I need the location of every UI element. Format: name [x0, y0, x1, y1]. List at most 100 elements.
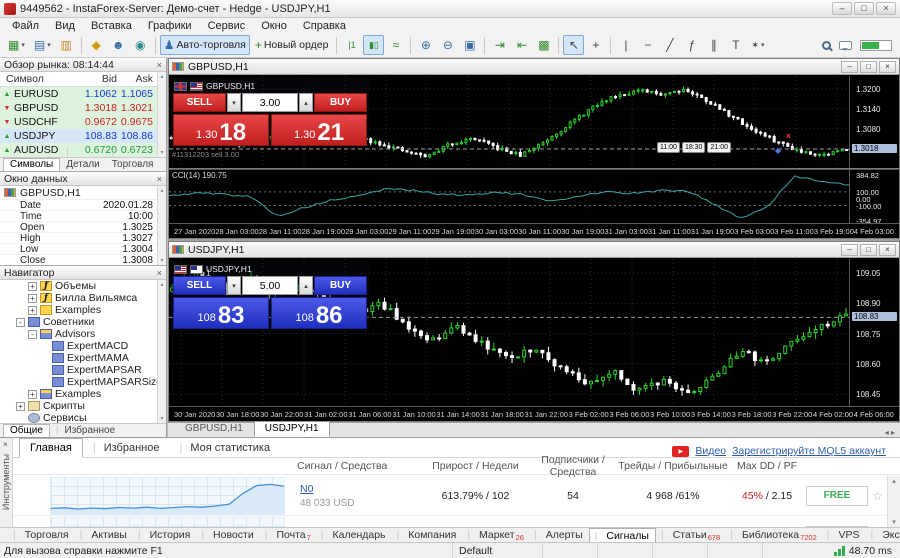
- tile-windows-button[interactable]: ▣: [459, 35, 480, 55]
- status-profile[interactable]: Default: [452, 543, 542, 558]
- sell-button[interactable]: SELL: [173, 93, 226, 112]
- close-icon[interactable]: ×: [157, 60, 162, 70]
- profiles-button[interactable]: ▤▾: [30, 35, 55, 55]
- toolbox-tab[interactable]: Сигналы: [589, 528, 656, 543]
- maximize-button[interactable]: □: [854, 2, 874, 15]
- toolbox-tab[interactable]: Календарь: [316, 528, 392, 543]
- cursor-button[interactable]: ↖: [563, 35, 584, 55]
- navigator-item[interactable]: ExpertMAMA: [0, 352, 157, 364]
- zoom-out-button[interactable]: ⊖: [437, 35, 458, 55]
- vertical-line-button[interactable]: |: [615, 35, 636, 55]
- toolbox-tab[interactable]: Активы: [75, 528, 133, 543]
- navigator-item[interactable]: - Advisors: [0, 328, 157, 340]
- toolbox-tab[interactable]: История: [133, 528, 196, 543]
- buy-button[interactable]: BUY: [314, 93, 367, 112]
- navigator-item[interactable]: ExpertMAPSARSizeOptim: [0, 376, 157, 388]
- menu-item[interactable]: Справка: [295, 20, 354, 32]
- register-mql5-link[interactable]: Зарегистрируйте MQL5 аккаунт: [732, 445, 886, 457]
- column-maxdd[interactable]: Max DD / PF: [728, 460, 806, 472]
- tree-expander-icon[interactable]: +: [16, 402, 25, 411]
- chart-tab[interactable]: USDJPY,H1: [254, 421, 330, 437]
- market-watch-row[interactable]: ▼ USDCHF 0.9672 0.9675: [0, 115, 157, 129]
- minimize-button[interactable]: –: [832, 2, 852, 15]
- new-order-button[interactable]: +Новый ордер: [251, 35, 333, 55]
- zoom-in-button[interactable]: ⊕: [415, 35, 436, 55]
- cci-scale[interactable]: 384.82100.000.00-100.00-354.97: [849, 170, 899, 226]
- text-label-button[interactable]: T: [725, 35, 746, 55]
- close-button[interactable]: ×: [879, 244, 896, 256]
- toolbox-tab[interactable]: Торговля: [8, 528, 75, 543]
- toolbox-tab[interactable]: Компания: [392, 528, 463, 543]
- chart-window-titlebar[interactable]: USDJPY,H1 – □ ×: [169, 242, 899, 258]
- chat-icon[interactable]: [839, 41, 852, 50]
- usdjpy-price-plot[interactable]: USDJPY,H1 SELL ▾ 5.00 ▴ BUY 10883: [169, 259, 849, 408]
- navigator-item[interactable]: ExpertMAPSAR: [0, 364, 157, 376]
- navigator-tab[interactable]: Общие: [3, 424, 50, 437]
- column-ask[interactable]: Ask: [117, 73, 157, 85]
- autotrade-button[interactable]: ♟Авто-торговля: [160, 35, 250, 55]
- navigator-item[interactable]: + Examples: [0, 388, 157, 400]
- tree-expander-icon[interactable]: -: [16, 318, 25, 327]
- column-symbol[interactable]: Символ: [0, 73, 72, 85]
- fibonacci-button[interactable]: ƒ: [681, 35, 702, 55]
- tree-expander-icon[interactable]: +: [28, 390, 37, 399]
- column-subscribers[interactable]: Подписчики / Средства: [528, 454, 618, 478]
- line-chart-button[interactable]: ≈: [385, 35, 406, 55]
- market-watch-tab[interactable]: Торговля: [106, 147, 160, 171]
- crosshair-button[interactable]: +: [585, 35, 606, 55]
- menu-item[interactable]: Вид: [47, 20, 83, 32]
- candlestick-chart-button[interactable]: ▮▯: [363, 35, 384, 55]
- toolbox-tab[interactable]: Статьи678: [656, 528, 725, 543]
- signals-tab[interactable]: Главная: [19, 438, 83, 458]
- volume-input[interactable]: 3.00: [242, 93, 298, 112]
- connection-status[interactable]: 48.70 ms: [834, 543, 900, 558]
- navigator-tab[interactable]: Избранное: [50, 425, 121, 437]
- volume-input[interactable]: 5.00: [242, 276, 298, 295]
- market-watch-tab[interactable]: Символы: [3, 158, 60, 171]
- close-icon[interactable]: ×: [157, 268, 162, 278]
- new-chart-button[interactable]: ▦▾: [4, 35, 29, 55]
- toolbox-tab[interactable]: Алерты: [529, 528, 589, 543]
- history-center-button[interactable]: ▥: [56, 35, 77, 55]
- toolbox-tab[interactable]: Эксперты: [866, 528, 900, 543]
- search-icon[interactable]: [822, 41, 831, 50]
- toolbox-tab[interactable]: Маркет26: [462, 528, 529, 543]
- volume-dropdown[interactable]: ▾: [227, 276, 241, 295]
- cci-indicator-pane[interactable]: CCI(14) 190.75: [169, 170, 849, 226]
- close-button[interactable]: ×: [876, 2, 896, 15]
- menu-item[interactable]: Файл: [4, 20, 47, 32]
- trendline-button[interactable]: ╱: [659, 35, 680, 55]
- menu-item[interactable]: Окно: [253, 20, 295, 32]
- volume-dropdown[interactable]: ▾: [227, 93, 241, 112]
- tree-expander-icon[interactable]: +: [28, 282, 37, 291]
- scrollbar[interactable]: ▴▾: [157, 72, 166, 157]
- shapes-button[interactable]: ✶▾: [747, 35, 768, 55]
- signal-row[interactable]: Prospector Scalper EA 291.54% / 91 265 3…: [13, 516, 887, 527]
- chart-tab[interactable]: GBPUSD,H1: [174, 421, 254, 437]
- minimize-button[interactable]: –: [841, 244, 858, 256]
- usdjpy-price-scale[interactable]: 109.05108.90108.75108.60108.45108.83: [849, 259, 899, 408]
- market-watch-row[interactable]: ▲ EURUSD 1.1062 1.1065: [0, 87, 157, 101]
- scrollbar[interactable]: ▴▾: [887, 476, 900, 527]
- menu-item[interactable]: Вставка: [83, 20, 140, 32]
- navigator-item[interactable]: + ƒ Объемы: [0, 280, 157, 292]
- volume-stepper[interactable]: ▴: [299, 93, 313, 112]
- chart-window-titlebar[interactable]: GBPUSD,H1 – □ ×: [169, 59, 899, 75]
- toolbox-tab[interactable]: Почта7: [260, 528, 316, 543]
- video-icon[interactable]: ▶: [672, 446, 689, 457]
- market-watch-row[interactable]: ▼ GBPUSD 1.3018 1.3021: [0, 101, 157, 115]
- buy-price[interactable]: 10886: [271, 297, 367, 329]
- menu-item[interactable]: Графики: [140, 20, 200, 32]
- gbpusd-price-plot[interactable]: GBPUSD,H1 SELL ▾ 3.00 ▴ BUY 1.3018: [169, 76, 849, 168]
- buy-price[interactable]: 1.3021: [271, 114, 367, 146]
- sell-price[interactable]: 1.3018: [173, 114, 269, 146]
- column-trades[interactable]: Трейды / Прибыльные: [618, 460, 728, 472]
- free-button[interactable]: FREE: [806, 486, 868, 506]
- minimize-button[interactable]: –: [841, 61, 858, 73]
- templates-button[interactable]: ▩: [533, 35, 554, 55]
- scrollbar[interactable]: ▴▾: [157, 280, 166, 423]
- favorite-star-icon[interactable]: ☆: [872, 489, 887, 503]
- volume-stepper[interactable]: ▴: [299, 276, 313, 295]
- menu-item[interactable]: Сервис: [200, 20, 254, 32]
- signals-button[interactable]: ◉: [130, 35, 151, 55]
